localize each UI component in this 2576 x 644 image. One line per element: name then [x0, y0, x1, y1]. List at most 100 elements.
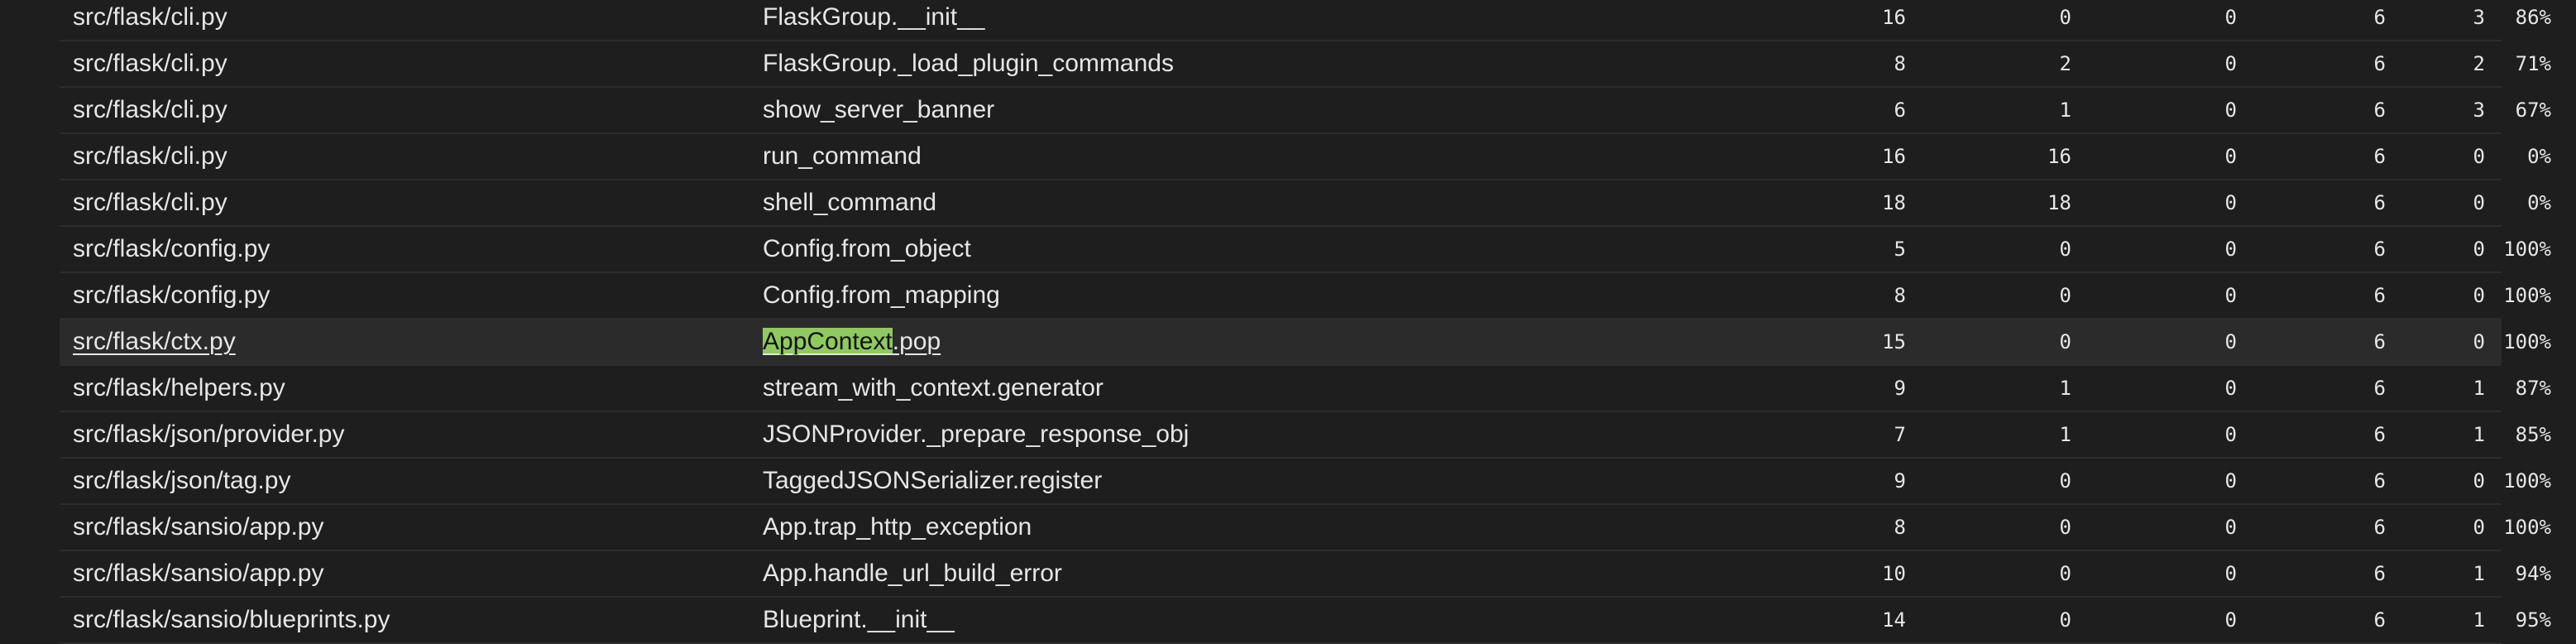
function-link[interactable]: Config.from_mapping [763, 273, 1000, 318]
coverage-percent: 100% [2503, 330, 2551, 353]
file-link[interactable]: src/flask/config.py [73, 273, 270, 318]
statements-count: 8 [1894, 516, 1906, 539]
table-row: src/flask/cli.py FlaskGroup._load_plugin… [60, 41, 2551, 88]
branches-count: 6 [2373, 191, 2386, 214]
file-link[interactable]: src/flask/cli.py [73, 180, 227, 225]
statements-count: 10 [1882, 562, 1906, 585]
coverage-percent: 100% [2503, 516, 2551, 539]
file-link[interactable]: src/flask/ctx.py [73, 320, 236, 364]
table-row: src/flask/config.py Config.from_object 5… [60, 227, 2551, 273]
function-link[interactable]: TaggedJSONSerializer.register [763, 459, 1102, 503]
function-link[interactable]: App.handle_url_build_error [763, 551, 1062, 596]
coverage-percent: 94% [2515, 562, 2551, 585]
excluded-count: 0 [2224, 284, 2237, 307]
function-link[interactable]: stream_with_context.generator [763, 366, 1104, 411]
statements-count: 9 [1894, 377, 1906, 400]
function-link[interactable]: FlaskGroup.__init__ [763, 0, 984, 40]
file-link[interactable]: src/flask/cli.py [73, 0, 227, 40]
branches-count: 6 [2373, 284, 2386, 307]
coverage-percent: 86% [2515, 6, 2551, 29]
excluded-count: 0 [2224, 145, 2237, 168]
excluded-count: 0 [2224, 191, 2237, 214]
function-link[interactable]: AppContext.pop [763, 320, 941, 364]
table-row: src/flask/json/provider.py JSONProvider.… [60, 412, 2551, 459]
coverage-percent: 87% [2515, 377, 2551, 400]
missing-count: 0 [2059, 608, 2071, 632]
branches-count: 6 [2373, 469, 2386, 493]
excluded-count: 0 [2224, 52, 2237, 75]
branches-count: 6 [2373, 562, 2386, 585]
function-link[interactable]: Config.from_object [763, 227, 971, 272]
statements-count: 15 [1882, 330, 1906, 353]
excluded-count: 0 [2224, 377, 2237, 400]
table-row-hovered: src/flask/ctx.py AppContext.pop 15 0 0 6… [60, 320, 2551, 366]
branches-count: 6 [2373, 238, 2386, 261]
statements-count: 7 [1894, 423, 1906, 446]
function-link[interactable]: App.trap_http_exception [763, 505, 1032, 550]
file-link[interactable]: src/flask/cli.py [73, 41, 227, 86]
branches-count: 6 [2373, 377, 2386, 400]
table-row: src/flask/config.py Config.from_mapping … [60, 273, 2551, 320]
coverage-percent: 100% [2503, 469, 2551, 493]
coverage-percent: 100% [2503, 284, 2551, 307]
branches-count: 6 [2373, 608, 2386, 632]
missing-count: 0 [2059, 238, 2071, 261]
excluded-count: 0 [2224, 469, 2237, 493]
file-link[interactable]: src/flask/helpers.py [73, 366, 285, 411]
file-link[interactable]: src/flask/cli.py [73, 88, 227, 132]
missing-count: 0 [2059, 6, 2071, 29]
branches-count: 6 [2373, 330, 2386, 353]
file-link[interactable]: src/flask/sansio/blueprints.py [73, 598, 390, 642]
function-link[interactable]: Blueprint.__init__ [763, 598, 955, 642]
statements-count: 8 [1894, 284, 1906, 307]
coverage-percent: 95% [2515, 608, 2551, 632]
file-link[interactable]: src/flask/sansio/app.py [73, 551, 323, 596]
search-match-highlight: AppContext [763, 328, 893, 355]
function-link[interactable]: JSONProvider._prepare_response_obj [763, 412, 1189, 457]
missing-count: 18 [2047, 191, 2071, 214]
file-link[interactable]: src/flask/sansio/app.py [73, 505, 323, 550]
table-row: src/flask/cli.py show_server_banner 6 1 … [60, 88, 2551, 134]
missing-count: 0 [2059, 284, 2071, 307]
missing-count: 1 [2059, 377, 2071, 400]
table-row: src/flask/helpers.py stream_with_context… [60, 366, 2551, 412]
statements-count: 9 [1894, 469, 1906, 493]
function-link[interactable]: FlaskGroup._load_plugin_commands [763, 41, 1174, 86]
function-link[interactable]: run_command [763, 134, 922, 179]
coverage-percent: 67% [2515, 99, 2551, 122]
missing-count: 1 [2059, 423, 2071, 446]
coverage-percent: 0% [2527, 191, 2551, 214]
excluded-count: 0 [2224, 516, 2237, 539]
missing-count: 0 [2059, 562, 2071, 585]
excluded-count: 0 [2224, 330, 2237, 353]
branches-count: 6 [2373, 516, 2386, 539]
statements-count: 14 [1882, 608, 1906, 632]
file-link[interactable]: src/flask/cli.py [73, 134, 227, 179]
table-row: src/flask/cli.py shell_command 18 18 0 6… [60, 180, 2551, 227]
function-link[interactable]: shell_command [763, 180, 936, 225]
statements-count: 16 [1882, 6, 1906, 29]
missing-count: 0 [2059, 516, 2071, 539]
statements-count: 16 [1882, 145, 1906, 168]
statements-count: 5 [1894, 238, 1906, 261]
branches-count: 6 [2373, 423, 2386, 446]
coverage-percent: 100% [2503, 238, 2551, 261]
statements-count: 8 [1894, 52, 1906, 75]
excluded-count: 0 [2224, 99, 2237, 122]
branches-count: 6 [2373, 145, 2386, 168]
table-row: src/flask/cli.py run_command 16 16 0 6 0… [60, 134, 2551, 180]
file-link[interactable]: src/flask/json/provider.py [73, 412, 344, 457]
coverage-percent: 85% [2515, 423, 2551, 446]
missing-count: 16 [2047, 145, 2071, 168]
excluded-count: 0 [2224, 238, 2237, 261]
function-link[interactable]: show_server_banner [763, 88, 994, 132]
file-link[interactable]: src/flask/json/tag.py [73, 459, 290, 503]
branches-count: 6 [2373, 52, 2386, 75]
missing-count: 2 [2059, 52, 2071, 75]
branches-count: 6 [2373, 99, 2386, 122]
excluded-count: 0 [2224, 423, 2237, 446]
file-link[interactable]: src/flask/config.py [73, 227, 270, 272]
coverage-percent: 0% [2527, 145, 2551, 168]
table-row: src/flask/cli.py FlaskGroup.__init__ 16 … [60, 0, 2551, 41]
statements-count: 6 [1894, 99, 1906, 122]
